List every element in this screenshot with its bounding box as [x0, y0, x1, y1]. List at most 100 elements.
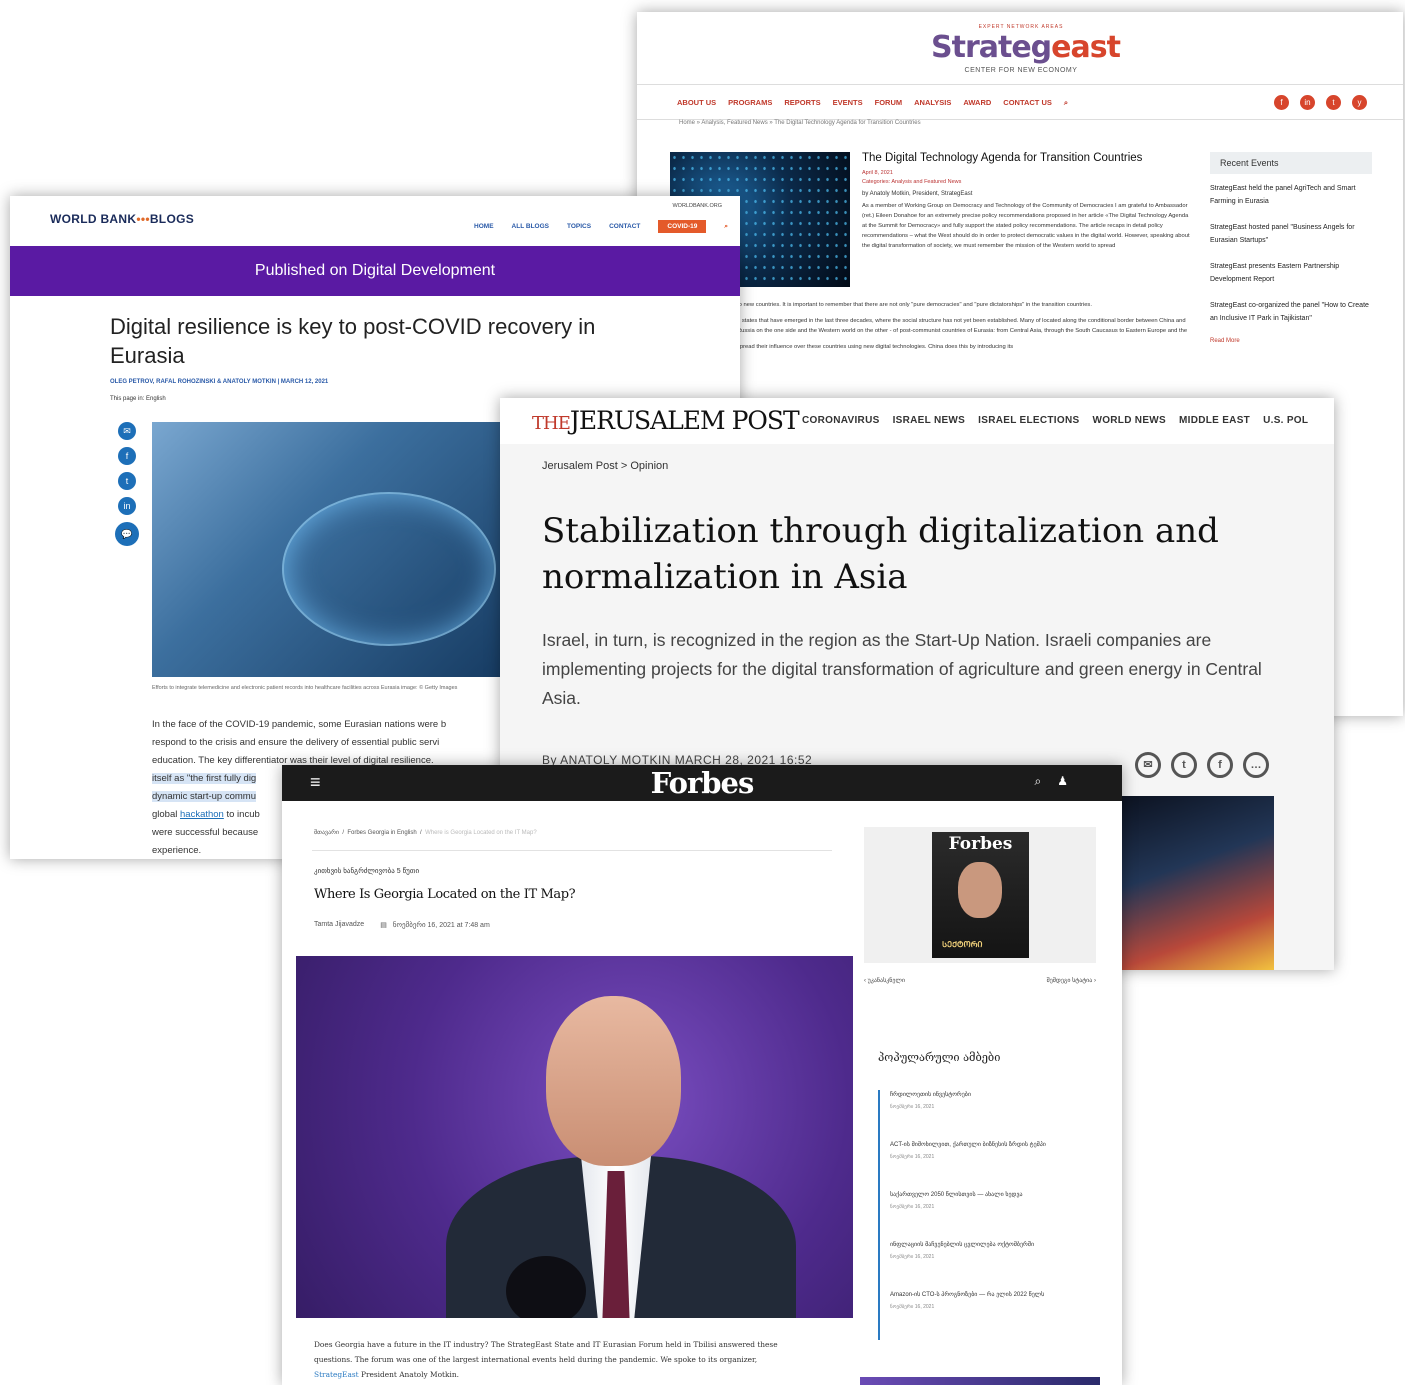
worldbank-domain-link[interactable]: WORLDBANK.ORG — [672, 203, 722, 209]
cover-portrait — [958, 862, 1002, 918]
previous-article-link[interactable]: ‹ უკანასკნელი — [864, 977, 905, 984]
breadcrumb[interactable]: Home » Analysis, Featured News » The Dig… — [679, 120, 921, 126]
share-bar: ✉ f t in 💬 — [115, 422, 139, 546]
jerusalem-post-logo[interactable]: THEJERUSALEM POST — [532, 406, 800, 435]
forbes-georgia-screenshot: Forbes ≡ ⌕ ♟ მთავარი / Forbes Georgia in… — [282, 765, 1122, 1385]
covid-button[interactable]: COVID-19 — [658, 220, 707, 233]
more-share-icon[interactable]: … — [1243, 752, 1269, 778]
nav-programs[interactable]: PROGRAMS — [728, 98, 772, 108]
email-share-icon[interactable]: ✉ — [1135, 752, 1161, 778]
linkedin-icon[interactable]: in — [1300, 95, 1315, 110]
nav-home[interactable]: HOME — [474, 223, 494, 230]
strategeast-logo[interactable]: EXPERT NETWORK AREAS Strategeast CENTER … — [931, 24, 1121, 74]
recent-event-item[interactable]: StrategEast held the panel AgriTech and … — [1210, 182, 1372, 208]
language-selector[interactable]: This page in: English — [110, 396, 166, 402]
nav-contact[interactable]: CONTACT US — [1003, 98, 1052, 108]
forbes-logo[interactable]: Forbes — [282, 766, 1122, 800]
magazine-cover[interactable]: Forbes ᲡᲔᲥᲢᲝᲠᲘ — [932, 832, 1029, 958]
nav-middle-east[interactable]: MIDDLE EAST — [1179, 415, 1250, 426]
search-icon[interactable]: ⌕ — [1035, 774, 1042, 789]
twitter-share-icon[interactable]: t — [1171, 752, 1197, 778]
next-article-link[interactable]: შემდეგი სტატია › — [1047, 977, 1096, 984]
search-icon[interactable]: ⌕ — [1064, 98, 1068, 108]
list-item[interactable]: ACT-ის მიმოხილვით, ქართული ბიზნესის ზრდი… — [878, 1140, 1084, 1190]
story-title[interactable]: ACT-ის მიმოხილვით, ქართული ბიზნესის ზრდი… — [890, 1140, 1084, 1151]
nav-coronavirus[interactable]: CORONAVIRUS — [802, 415, 880, 426]
nav-all-blogs[interactable]: ALL BLOGS — [512, 223, 549, 230]
twitter-share-icon[interactable]: t — [118, 472, 136, 490]
read-more-link[interactable]: Read More — [1210, 338, 1372, 344]
story-title[interactable]: საქართველო 2050 წლისთვის — ახალი ხედვა — [890, 1190, 1084, 1201]
article-title: The Digital Technology Agenda for Transi… — [862, 152, 1143, 164]
facebook-icon[interactable]: f — [1274, 95, 1289, 110]
promo-banner[interactable] — [860, 1377, 1100, 1385]
logo-text-left: WORLD BANK — [50, 212, 137, 226]
nav-analysis[interactable]: ANALYSIS — [914, 98, 951, 108]
share-bar: ✉ t f … — [1135, 752, 1269, 778]
logo-subtitle: CENTER FOR NEW ECONOMY — [964, 67, 1078, 74]
cover-logo: Forbes — [948, 834, 1013, 854]
popular-stories-list: ჩრდილოეთის ინვესტორები ნოემბერი 16, 2021 … — [878, 1090, 1084, 1340]
comment-icon[interactable]: 💬 — [115, 522, 139, 546]
nav-contact[interactable]: CONTACT — [609, 223, 640, 230]
story-title[interactable]: ჩრდილოეთის ინვესტორები — [890, 1090, 1084, 1101]
recent-event-item[interactable]: StrategEast co-organized the panel "How … — [1210, 299, 1372, 325]
cover-headline: ᲡᲔᲥᲢᲝᲠᲘ — [942, 940, 983, 949]
nav-topics[interactable]: TOPICS — [567, 223, 591, 230]
site-header: THEJERUSALEM POST CORONAVIRUS ISRAEL NEW… — [500, 398, 1334, 444]
breadcrumb-home[interactable]: მთავარი — [314, 830, 339, 836]
facebook-share-icon[interactable]: f — [118, 447, 136, 465]
nav-reports[interactable]: REPORTS — [784, 98, 820, 108]
list-item[interactable]: Amazon-ის CTO-ს პროგნოზები — რა ელის 202… — [878, 1290, 1084, 1340]
user-icon[interactable]: ♟ — [1057, 774, 1068, 789]
nav-israel-news[interactable]: ISRAEL NEWS — [893, 415, 966, 426]
youtube-icon[interactable]: y — [1352, 95, 1367, 110]
breadcrumb: მთავარი / Forbes Georgia in English / Wh… — [314, 830, 537, 836]
list-item[interactable]: ჩრდილოეთის ინვესტორები ნოემბერი 16, 2021 — [878, 1090, 1084, 1140]
article-lead: Does Georgia have a future in the IT ind… — [314, 1337, 834, 1382]
recent-event-item[interactable]: StrategEast hosted panel "Business Angel… — [1210, 221, 1372, 247]
facebook-share-icon[interactable]: f — [1207, 752, 1233, 778]
article-authors[interactable]: OLEG PETROV, RAFAL ROHOZINSKI & ANATOLY … — [110, 379, 328, 385]
reading-time: კითხვის ხანგრძლივობა 5 წუთი — [314, 868, 420, 875]
nav-world-news[interactable]: WORLD NEWS — [1092, 415, 1166, 426]
article-pagination: ‹ უკანასკნელი შემდეგი სტატია › — [864, 977, 1096, 984]
article-paragraph: d states that have emerged in the last t… — [737, 318, 1188, 334]
site-header: Forbes ≡ ⌕ ♟ — [282, 765, 1122, 801]
logo-text-right: BLOGS — [149, 212, 195, 226]
story-title[interactable]: ინფლაციის მაჩვენებლის ცვლილება ოქტომბერშ… — [890, 1240, 1084, 1251]
article-image — [1120, 796, 1274, 970]
nav-award[interactable]: AWARD — [963, 98, 991, 108]
article-hero-photo — [296, 956, 853, 1318]
email-share-icon[interactable]: ✉ — [118, 422, 136, 440]
recent-event-item[interactable]: StrategEast presents Eastern Partnership… — [1210, 260, 1372, 286]
search-icon[interactable]: ⌕ — [724, 223, 728, 231]
header-icons: ⌕ ♟ — [1035, 774, 1069, 789]
body-text: global — [152, 809, 180, 820]
breadcrumb-section[interactable]: Forbes Georgia in English — [347, 830, 416, 836]
nav-events[interactable]: EVENTS — [833, 98, 863, 108]
article-author[interactable]: Tamta Jijavadze — [314, 921, 364, 929]
main-nav: HOME ALL BLOGS TOPICS CONTACT COVID-19 ⌕ — [474, 220, 728, 233]
linkedin-share-icon[interactable]: in — [118, 497, 136, 515]
worldbank-logo[interactable]: WORLD BANK•••BLOGS — [50, 212, 194, 226]
breadcrumb[interactable]: Jerusalem Post > Opinion — [542, 460, 668, 472]
nav-about[interactable]: ABOUT US — [677, 98, 716, 108]
story-date: ნოემბერი 16, 2021 — [890, 1304, 935, 1310]
list-item[interactable]: ინფლაციის მაჩვენებლის ცვლილება ოქტომბერშ… — [878, 1240, 1084, 1290]
strategeast-link[interactable]: StrategEast — [314, 1370, 359, 1379]
story-title[interactable]: Amazon-ის CTO-ს პროგნოზები — რა ელის 202… — [890, 1290, 1084, 1301]
menu-icon[interactable]: ≡ — [310, 772, 321, 793]
hackathon-link[interactable]: hackathon — [180, 809, 224, 820]
twitter-icon[interactable]: t — [1326, 95, 1341, 110]
nav-us-politics[interactable]: U.S. POL — [1263, 415, 1308, 426]
article-title: Where Is Georgia Located on the IT Map? — [314, 887, 576, 902]
section-banner[interactable]: Published on Digital Development — [10, 246, 740, 296]
article-body: As a member of Working Group on Democrac… — [862, 201, 1192, 251]
article-subtitle: Israel, in turn, is recognized in the re… — [542, 630, 1262, 708]
article-categories[interactable]: Categories: Analysis and Featured News — [862, 179, 1192, 185]
article: The Digital Technology Agenda for Transi… — [862, 152, 1192, 251]
nav-israel-elections[interactable]: ISRAEL ELECTIONS — [978, 415, 1079, 426]
nav-forum[interactable]: FORUM — [875, 98, 903, 108]
list-item[interactable]: საქართველო 2050 წლისთვის — ახალი ხედვა ნო… — [878, 1190, 1084, 1240]
